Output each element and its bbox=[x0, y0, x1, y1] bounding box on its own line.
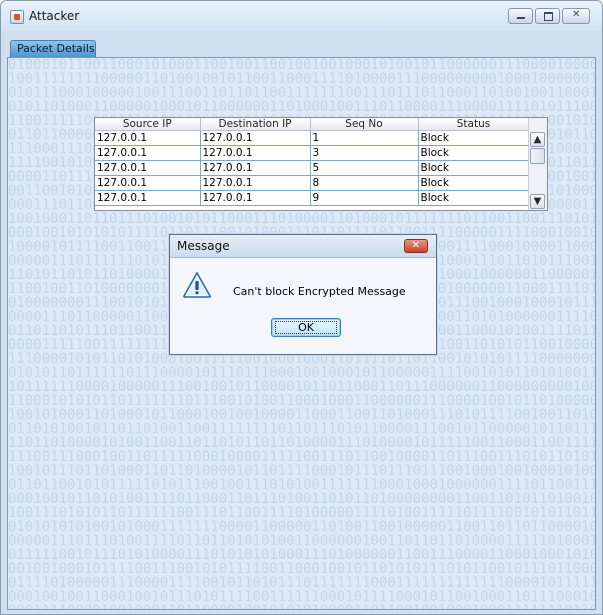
cell-status: Block bbox=[418, 190, 530, 206]
dialog-title: Message bbox=[177, 239, 230, 253]
java-app-icon bbox=[10, 10, 24, 24]
cell-destination-ip: 127.0.0.1 bbox=[200, 145, 311, 161]
table-row[interactable]: 127.0.0.1 127.0.0.1 3 Block bbox=[95, 145, 530, 161]
cell-destination-ip: 127.0.0.1 bbox=[200, 190, 311, 206]
tab-packet-details[interactable]: Packet Details bbox=[10, 40, 96, 57]
packet-table: Source IP Destination IP Seq No Status 1… bbox=[94, 117, 548, 211]
app-window: Attacker Packet Details 0100010110011000… bbox=[0, 0, 603, 615]
column-header-status[interactable]: Status bbox=[418, 118, 530, 131]
cell-status: Block bbox=[418, 160, 530, 176]
cell-destination-ip: 127.0.0.1 bbox=[200, 130, 311, 146]
table-row[interactable]: 127.0.0.1 127.0.0.1 5 Block bbox=[95, 160, 530, 176]
scroll-up-icon[interactable]: ▲ bbox=[530, 132, 545, 147]
dialog-title-bar[interactable]: Message ✕ bbox=[170, 235, 436, 258]
maximize-button[interactable] bbox=[535, 8, 560, 24]
cell-destination-ip: 127.0.0.1 bbox=[200, 175, 311, 191]
cell-source-ip: 127.0.0.1 bbox=[95, 130, 201, 146]
warning-icon bbox=[183, 272, 211, 298]
column-header-seq-no[interactable]: Seq No bbox=[310, 118, 419, 131]
table-row[interactable]: 127.0.0.1 127.0.0.1 8 Block bbox=[95, 175, 530, 191]
minimize-button[interactable] bbox=[508, 8, 533, 24]
column-header-destination-ip[interactable]: Destination IP bbox=[200, 118, 311, 131]
cell-seq-no: 5 bbox=[310, 160, 419, 176]
message-dialog: Message ✕ Can't block Encrypted Message … bbox=[169, 234, 437, 355]
cell-seq-no: 8 bbox=[310, 175, 419, 191]
cell-status: Block bbox=[418, 145, 530, 161]
cell-destination-ip: 127.0.0.1 bbox=[200, 160, 311, 176]
title-bar[interactable]: Attacker bbox=[1, 1, 602, 31]
column-header-source-ip[interactable]: Source IP bbox=[95, 118, 201, 131]
table-row[interactable]: 127.0.0.1 127.0.0.1 1 Block bbox=[95, 130, 530, 146]
close-window-button[interactable] bbox=[562, 8, 590, 24]
cell-seq-no: 1 bbox=[310, 130, 419, 146]
table-vertical-scrollbar[interactable]: ▲ ▼ bbox=[528, 118, 547, 210]
cell-source-ip: 127.0.0.1 bbox=[95, 175, 201, 191]
cell-seq-no: 3 bbox=[310, 145, 419, 161]
cell-source-ip: 127.0.0.1 bbox=[95, 145, 201, 161]
cell-status: Block bbox=[418, 175, 530, 191]
cell-seq-no: 9 bbox=[310, 190, 419, 206]
dialog-close-button[interactable]: ✕ bbox=[404, 239, 428, 253]
scroll-thumb[interactable] bbox=[530, 148, 545, 164]
ok-button[interactable]: OK bbox=[271, 318, 341, 337]
table-row[interactable]: 127.0.0.1 127.0.0.1 9 Block bbox=[95, 190, 530, 206]
window-title: Attacker bbox=[29, 9, 80, 23]
cell-source-ip: 127.0.0.1 bbox=[95, 160, 201, 176]
cell-status: Block bbox=[418, 130, 530, 146]
dialog-message: Can't block Encrypted Message bbox=[233, 285, 406, 298]
scroll-down-icon[interactable]: ▼ bbox=[530, 194, 545, 209]
cell-source-ip: 127.0.0.1 bbox=[95, 190, 201, 206]
